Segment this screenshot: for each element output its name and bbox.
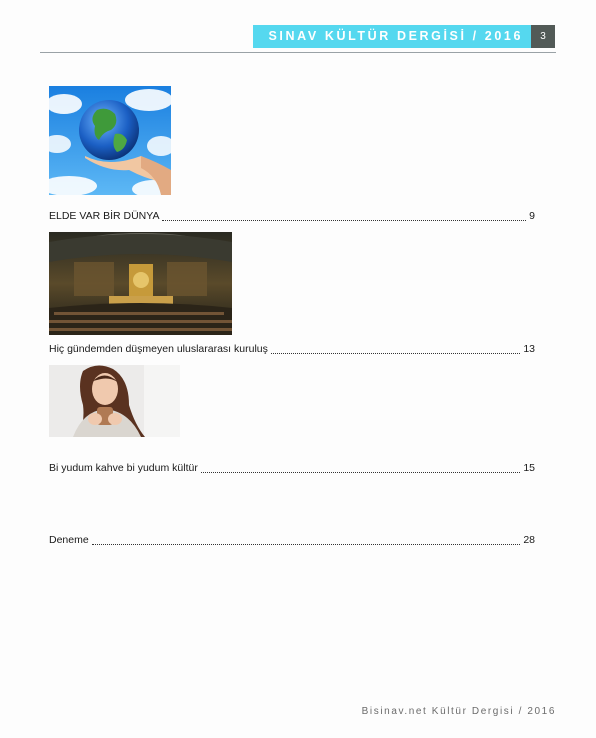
toc-entry-page: 15 — [523, 462, 535, 474]
toc-entry-page: 28 — [523, 534, 535, 546]
toc-entry-1[interactable]: ELDE VAR BİR DÜNYA 9 — [49, 209, 535, 223]
dot-leader — [91, 533, 521, 545]
toc-entry-4[interactable]: Deneme 28 — [49, 533, 535, 547]
toc-entry-title: Deneme — [49, 534, 89, 546]
magazine-page: SINAV KÜLTÜR DERGİSİ / 2016 3 ELDE VAR B… — [0, 0, 596, 738]
footer-text: Bisinav.net Kültür Dergisi / 2016 — [361, 706, 556, 717]
earth-in-hand-image — [49, 86, 171, 195]
toc-entry-2[interactable]: Hiç gündemden düşmeyen uluslararası kuru… — [49, 342, 535, 356]
toc-entry-title: Bi yudum kahve bi yudum kültür — [49, 462, 198, 474]
page-number: 3 — [540, 31, 546, 42]
magazine-title-banner: SINAV KÜLTÜR DERGİSİ / 2016 — [253, 25, 531, 48]
magazine-title: SINAV KÜLTÜR DERGİSİ / 2016 — [268, 29, 523, 43]
toc-entry-title: Hiç gündemden düşmeyen uluslararası kuru… — [49, 343, 268, 355]
dot-leader — [270, 342, 521, 354]
toc-entry-title: ELDE VAR BİR DÜNYA — [49, 210, 160, 222]
header-divider — [40, 52, 556, 53]
woman-with-coffee-image — [49, 365, 180, 437]
toc-entry-3[interactable]: Bi yudum kahve bi yudum kültür 15 — [49, 461, 535, 475]
un-assembly-hall-image — [49, 232, 232, 335]
toc-entry-page: 9 — [529, 210, 535, 222]
dot-leader — [200, 461, 521, 473]
toc-entry-page: 13 — [523, 343, 535, 355]
dot-leader — [162, 209, 527, 221]
page-number-box: 3 — [531, 25, 555, 48]
